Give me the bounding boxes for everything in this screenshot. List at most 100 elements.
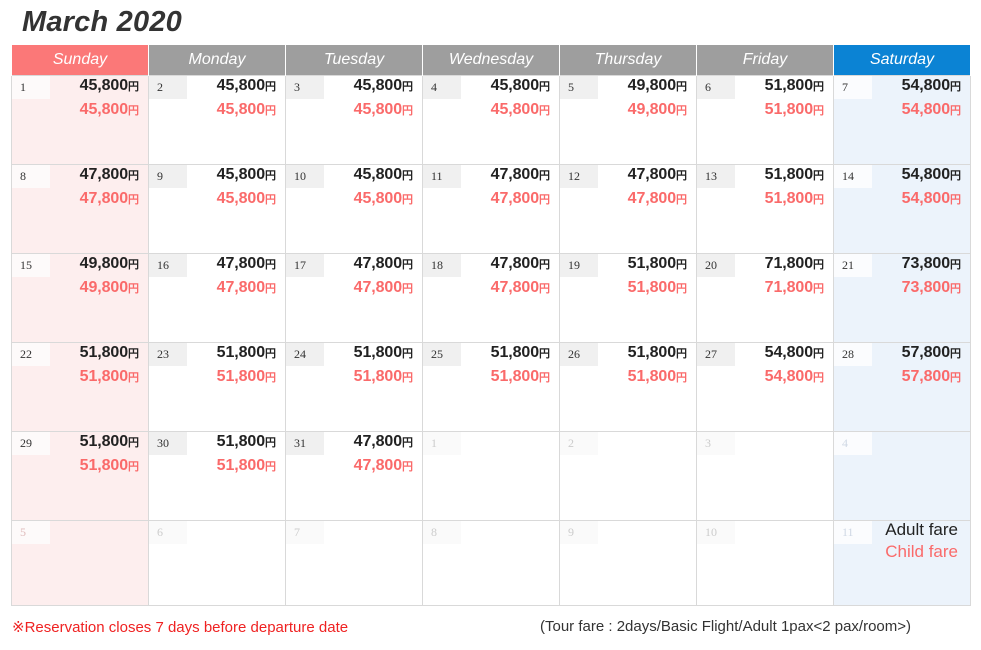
- calendar-day-cell[interactable]: 28 57,800円 57,800円: [833, 342, 971, 432]
- calendar-day-cell[interactable]: 14 54,800円 54,800円: [833, 164, 971, 254]
- calendar-day-cell[interactable]: 15 49,800円 49,800円: [11, 253, 149, 343]
- adult-fare-amount: 45,800: [353, 166, 402, 183]
- yen-symbol-icon: 円: [539, 194, 550, 206]
- adult-fare: 45,800円: [491, 78, 550, 94]
- adult-fare-amount: 45,800: [490, 77, 539, 94]
- adult-fare: 49,800円: [628, 78, 687, 94]
- weekday-header-sunday: Sunday: [11, 44, 149, 76]
- yen-symbol-icon: 円: [813, 81, 824, 93]
- yen-symbol-icon: 円: [128, 105, 139, 117]
- child-fare: 47,800円: [628, 191, 687, 207]
- fare-prices: 45,800円 45,800円: [80, 78, 139, 118]
- calendar-day-cell-outside: 1: [422, 431, 560, 521]
- child-fare: 57,800円: [902, 369, 961, 385]
- calendar-day-cell[interactable]: 27 54,800円 54,800円: [696, 342, 834, 432]
- adult-fare: 45,800円: [80, 78, 139, 94]
- calendar-day-cell[interactable]: 30 51,800円 51,800円: [148, 431, 286, 521]
- child-fare-amount: 54,800: [901, 190, 950, 207]
- calendar-day-cell[interactable]: 26 51,800円 51,800円: [559, 342, 697, 432]
- calendar-day-cell-outside: 9: [559, 520, 697, 606]
- calendar-day-cell[interactable]: 17 47,800円 47,800円: [285, 253, 423, 343]
- calendar-day-cell[interactable]: 24 51,800円 51,800円: [285, 342, 423, 432]
- calendar-day-cell[interactable]: 31 47,800円 47,800円: [285, 431, 423, 521]
- calendar-day-cell[interactable]: 8 47,800円 47,800円: [11, 164, 149, 254]
- calendar-day-cell[interactable]: 7 54,800円 54,800円: [833, 75, 971, 165]
- yen-symbol-icon: 円: [402, 437, 413, 449]
- calendar-day-cell[interactable]: 3 45,800円 45,800円: [285, 75, 423, 165]
- child-fare-amount: 54,800: [764, 368, 813, 385]
- adult-fare-amount: 49,800: [79, 255, 128, 272]
- adult-fare: 47,800円: [80, 167, 139, 183]
- adult-fare: 51,800円: [80, 345, 139, 361]
- day-number: 7: [834, 76, 872, 99]
- yen-symbol-icon: 円: [676, 194, 687, 206]
- day-number: 8: [423, 521, 461, 544]
- child-fare-amount: 47,800: [216, 279, 265, 296]
- calendar-day-cell[interactable]: 5 49,800円 49,800円: [559, 75, 697, 165]
- yen-symbol-icon: 円: [128, 259, 139, 271]
- calendar-day-cell[interactable]: 25 51,800円 51,800円: [422, 342, 560, 432]
- calendar-day-cell[interactable]: 9 45,800円 45,800円: [148, 164, 286, 254]
- calendar-day-cell[interactable]: 11 47,800円 47,800円: [422, 164, 560, 254]
- day-number: 29: [12, 432, 50, 455]
- yen-symbol-icon: 円: [950, 170, 961, 182]
- day-number: 12: [560, 165, 598, 188]
- day-number: 28: [834, 343, 872, 366]
- child-fare-amount: 54,800: [901, 101, 950, 118]
- adult-fare: 47,800円: [354, 434, 413, 450]
- child-fare: 47,800円: [80, 191, 139, 207]
- yen-symbol-icon: 円: [402, 372, 413, 384]
- child-fare-amount: 51,800: [627, 368, 676, 385]
- calendar-day-cell[interactable]: 6 51,800円 51,800円: [696, 75, 834, 165]
- child-fare-amount: 49,800: [627, 101, 676, 118]
- child-fare: 47,800円: [491, 280, 550, 296]
- adult-fare: 51,800円: [80, 434, 139, 450]
- day-number: 24: [286, 343, 324, 366]
- child-fare-amount: 49,800: [79, 279, 128, 296]
- fare-prices: 51,800円 51,800円: [80, 434, 139, 474]
- calendar-day-cell[interactable]: 2 45,800円 45,800円: [148, 75, 286, 165]
- weekday-header-saturday: Saturday: [833, 44, 971, 76]
- calendar-day-cell[interactable]: 10 45,800円 45,800円: [285, 164, 423, 254]
- adult-fare-amount: 45,800: [216, 166, 265, 183]
- fare-prices: 57,800円 57,800円: [902, 345, 961, 385]
- calendar-day-cell[interactable]: 16 47,800円 47,800円: [148, 253, 286, 343]
- calendar-day-cell[interactable]: 23 51,800円 51,800円: [148, 342, 286, 432]
- day-number: 11: [423, 165, 461, 188]
- fare-prices: 47,800円 47,800円: [491, 256, 550, 296]
- adult-fare-amount: 51,800: [490, 344, 539, 361]
- calendar-week-row: 22 51,800円 51,800円 23 51,800円 51,800円 24 51,800…: [11, 342, 971, 432]
- calendar-day-cell[interactable]: 20 71,800円 71,800円: [696, 253, 834, 343]
- adult-fare-amount: 51,800: [764, 166, 813, 183]
- adult-fare: 51,800円: [354, 345, 413, 361]
- day-number: 6: [149, 521, 187, 544]
- calendar-day-cell[interactable]: 12 47,800円 47,800円: [559, 164, 697, 254]
- day-number: 26: [560, 343, 598, 366]
- yen-symbol-icon: 円: [265, 170, 276, 182]
- calendar-day-cell[interactable]: 18 47,800円 47,800円: [422, 253, 560, 343]
- yen-symbol-icon: 円: [676, 259, 687, 271]
- page-title: March 2020: [22, 6, 182, 38]
- adult-fare-amount: 47,800: [627, 166, 676, 183]
- fare-prices: 51,800円 51,800円: [628, 345, 687, 385]
- calendar-day-cell[interactable]: 22 51,800円 51,800円: [11, 342, 149, 432]
- fare-prices: 71,800円 71,800円: [765, 256, 824, 296]
- child-fare-amount: 51,800: [216, 457, 265, 474]
- yen-symbol-icon: 円: [813, 194, 824, 206]
- child-fare: 45,800円: [491, 102, 550, 118]
- calendar-day-cell[interactable]: 1 45,800円 45,800円: [11, 75, 149, 165]
- calendar-day-cell[interactable]: 13 51,800円 51,800円: [696, 164, 834, 254]
- child-fare: 47,800円: [354, 458, 413, 474]
- child-fare-amount: 47,800: [353, 279, 402, 296]
- child-fare: 49,800円: [80, 280, 139, 296]
- calendar-day-cell[interactable]: 4 45,800円 45,800円: [422, 75, 560, 165]
- calendar-day-cell[interactable]: 21 73,800円 73,800円: [833, 253, 971, 343]
- calendar-week-row: 29 51,800円 51,800円 30 51,800円 51,800円 31 47,800…: [11, 431, 971, 521]
- day-number: 25: [423, 343, 461, 366]
- calendar-day-cell[interactable]: 19 51,800円 51,800円: [559, 253, 697, 343]
- calendar-day-cell[interactable]: 29 51,800円 51,800円: [11, 431, 149, 521]
- weekday-header-thursday: Thursday: [559, 44, 697, 76]
- child-fare: 47,800円: [217, 280, 276, 296]
- adult-fare-amount: 73,800: [901, 255, 950, 272]
- reservation-note: ※Reservation closes 7 days before depart…: [12, 619, 349, 636]
